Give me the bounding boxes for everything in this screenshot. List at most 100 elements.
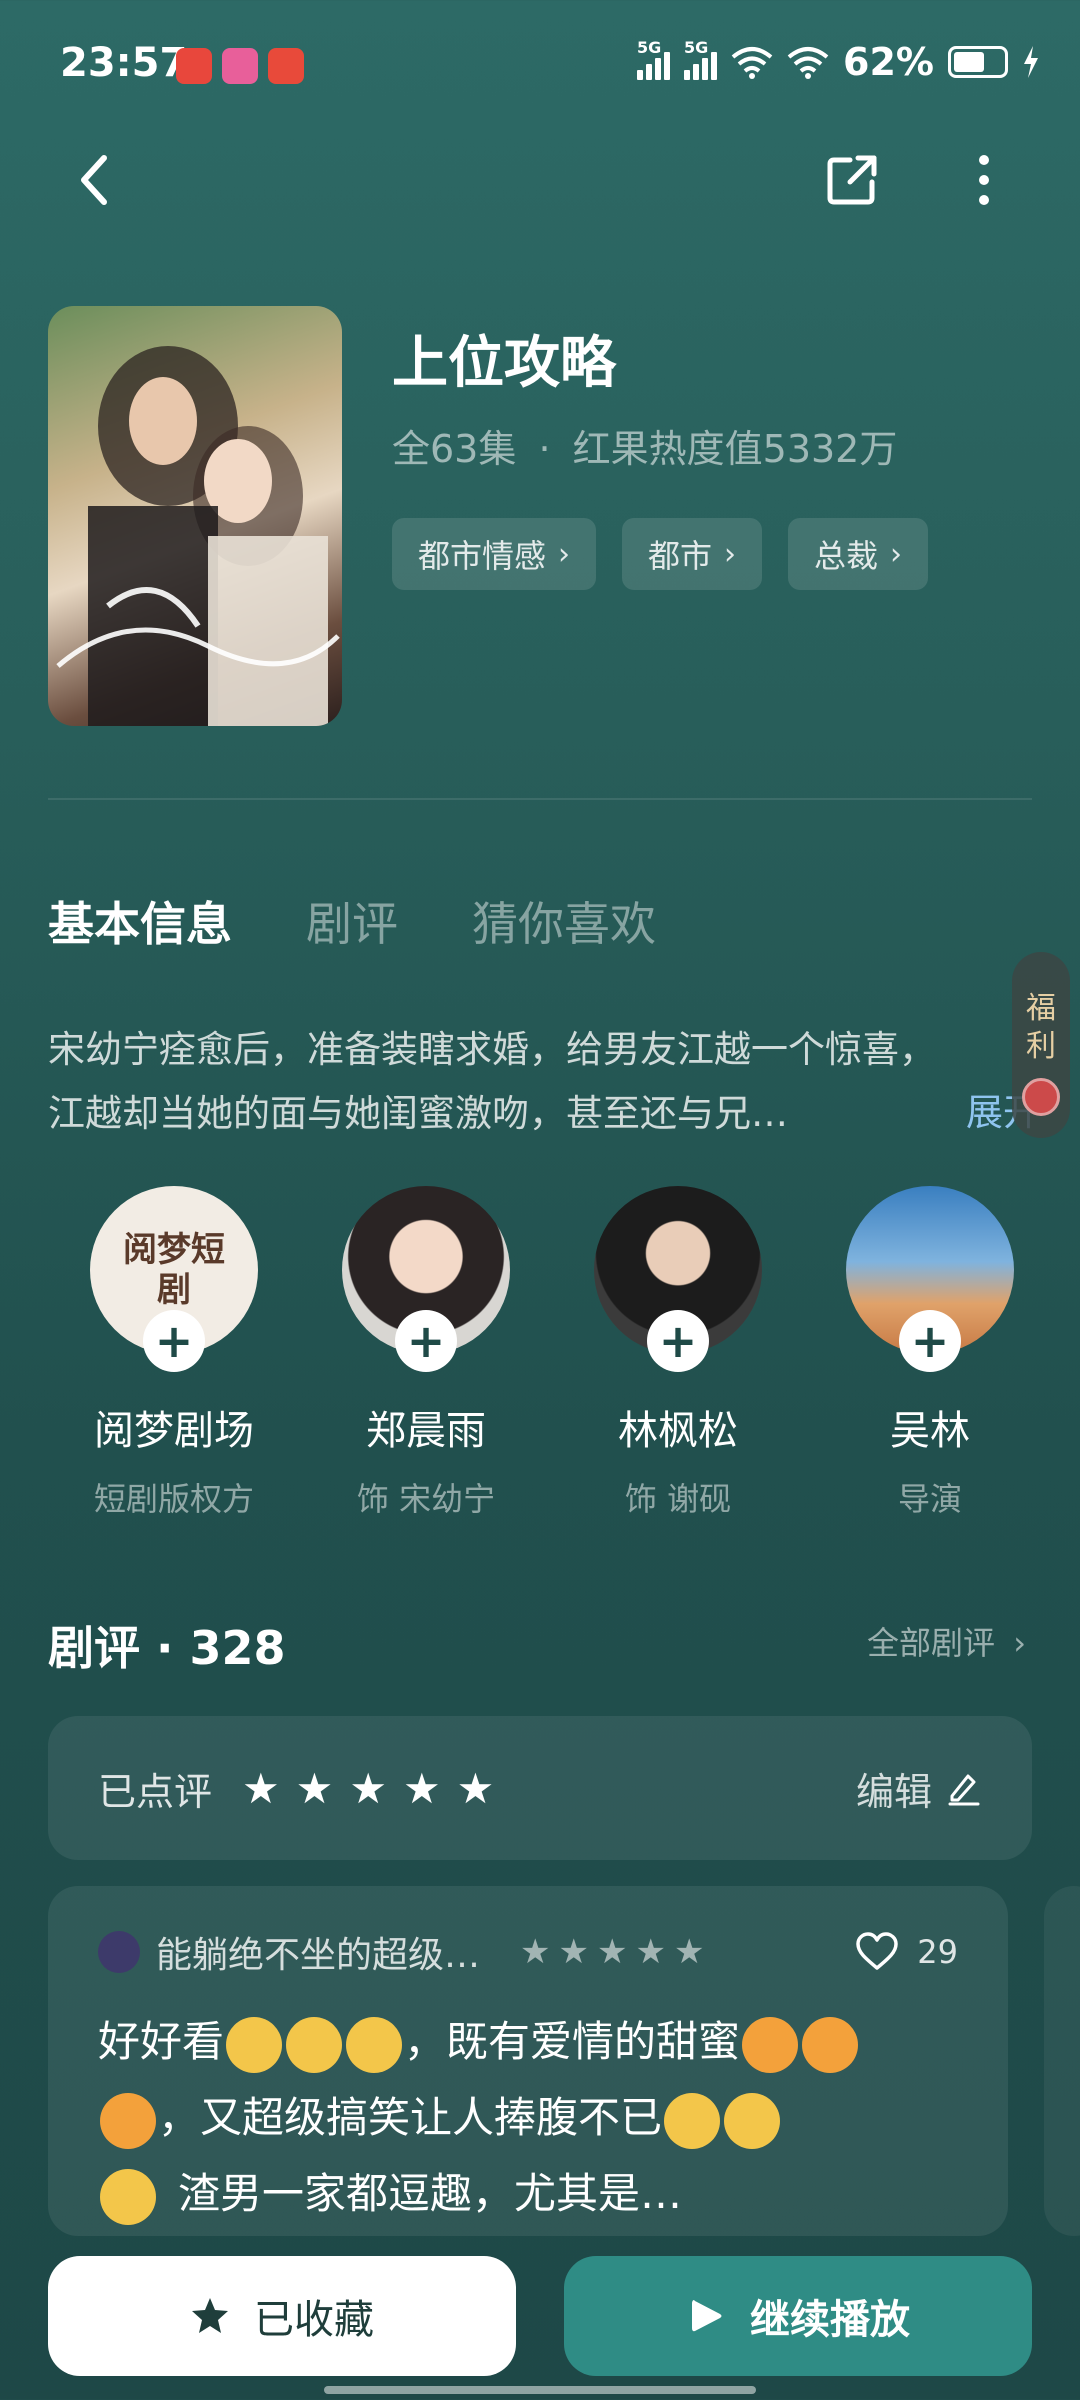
more-button[interactable] (944, 140, 1024, 220)
edit-label: 编辑 (855, 1769, 932, 1814)
follow-button[interactable]: + (143, 1310, 205, 1372)
star-icon (192, 2298, 228, 2333)
battery-icon (948, 46, 1008, 78)
welfare-label-1: 福 (1026, 991, 1056, 1026)
network-label-2: 5G (684, 38, 709, 57)
tag-button[interactable]: 都市 › (622, 518, 763, 590)
drama-poster[interactable] (48, 306, 342, 726)
cast-list: 阅梦短剧 + 阅梦剧场 短剧版权方 + 郑晨雨 饰 宋幼宁 + 林枫松 饰 谢砚… (48, 1186, 1080, 1520)
review-card[interactable]: 能躺绝不坐的超级… ★ ★ ★ ★ ★ 29 好好看 ，既有爱情的甜蜜 ，又超级搞笑让人捧… (48, 1886, 1008, 2236)
home-indicator[interactable] (324, 2386, 756, 2394)
review-text-part: 好好看 (98, 2017, 225, 2066)
app-notification-icon-2 (222, 48, 258, 84)
wifi-icon-2 (787, 47, 829, 79)
tab-reviews[interactable]: 剧评 (306, 888, 398, 954)
my-star-rating[interactable]: ★ ★ ★ ★ ★ (242, 1764, 494, 1813)
emoji-icon (226, 2016, 283, 2073)
continue-play-button[interactable]: 继续播放 (564, 2256, 1032, 2376)
avatar: + (594, 1186, 762, 1372)
divider (48, 798, 1032, 800)
tag-button[interactable]: 总裁 › (788, 518, 929, 590)
pencil-icon (948, 1774, 980, 1806)
review-text-part: ，既有爱情的甜蜜 (404, 2017, 741, 2066)
all-reviews-link[interactable]: 全部剧评 › (867, 1618, 1026, 1664)
chevron-left-icon (81, 155, 107, 205)
charging-icon (1024, 46, 1038, 78)
cast-item[interactable]: + 郑晨雨 饰 宋幼宁 (300, 1186, 552, 1520)
signal-5g-icon-1: 5G (637, 38, 671, 80)
tag-label: 都市情感 (418, 537, 547, 575)
tab-recommendations[interactable]: 猜你喜欢 (472, 888, 656, 954)
follow-button[interactable]: + (899, 1310, 961, 1372)
emoji-icon (346, 2016, 403, 2073)
drama-meta: 全63集 · 红果热度值5332万 (392, 418, 897, 473)
heat-value: 红果热度值5332万 (572, 427, 898, 471)
play-icon (692, 2300, 722, 2332)
app-notification-icon-3 (268, 48, 304, 84)
star-icon[interactable]: ★ (457, 1764, 495, 1813)
star-icon[interactable]: ★ (296, 1764, 334, 1813)
like-count: 29 (917, 1933, 958, 1971)
avatar: 阅梦短剧 + (90, 1186, 258, 1372)
synopsis-line: 江越却当她的面与她闺蜜激吻，甚至还与兄… (48, 1092, 788, 1135)
like-button[interactable]: 29 (855, 1932, 958, 1972)
avatar: + (342, 1186, 510, 1372)
back-button[interactable] (54, 140, 134, 220)
star-icon: ★ (673, 1932, 705, 1972)
my-rating-bar: 已点评 ★ ★ ★ ★ ★ 编辑 (48, 1716, 1032, 1860)
heart-eyes-emoji-icon (742, 2016, 799, 2073)
review-star-rating: ★ ★ ★ ★ ★ (520, 1932, 704, 1972)
cast-role: 导演 (897, 1480, 962, 1518)
follow-button[interactable]: + (647, 1310, 709, 1372)
heart-icon (856, 1932, 899, 1970)
meta-separator: · (538, 427, 551, 471)
chevron-right-icon: › (890, 536, 903, 572)
red-envelope-icon (1022, 1078, 1060, 1116)
favorite-label: 已收藏 (254, 2297, 374, 2343)
edit-review-button[interactable]: 编辑 (856, 1761, 982, 1816)
heart-eyes-emoji-icon (802, 2016, 859, 2073)
tab-basic-info[interactable]: 基本信息 (48, 888, 232, 954)
star-icon: ★ (558, 1932, 589, 1972)
status-time: 23:57 (60, 40, 188, 86)
app-notification-icon-1 (176, 48, 212, 84)
tab-bar: 基本信息 剧评 猜你喜欢 (48, 888, 656, 954)
signal-5g-icon-2: 5G (684, 38, 718, 80)
status-indicators: 5G 5G 62% (637, 38, 1040, 84)
cast-name: 吴林 (890, 1408, 970, 1454)
more-vertical-icon (979, 155, 989, 205)
star-icon[interactable]: ★ (349, 1764, 387, 1813)
cast-name: 林枫松 (618, 1408, 738, 1454)
star-icon: ★ (596, 1932, 628, 1972)
emoji-icon (286, 2016, 343, 2073)
chevron-right-icon: › (724, 536, 737, 572)
follow-button[interactable]: + (395, 1310, 457, 1372)
favorite-button[interactable]: 已收藏 (48, 2256, 516, 2376)
star-icon: ★ (635, 1932, 666, 1972)
tag-label: 都市 (648, 537, 713, 575)
synopsis: 宋幼宁痊愈后，准备装瞎求婚，给男友江越一个惊喜， 江越却当她的面与她闺蜜激吻，甚… (48, 1018, 1032, 1146)
next-review-card-peek[interactable] (1044, 1886, 1080, 2236)
genre-tags: 都市情感 › 都市 › 总裁 › (392, 518, 929, 590)
episode-count: 全63集 (392, 427, 517, 471)
tag-button[interactable]: 都市情感 › (392, 518, 597, 590)
rated-label: 已点评 (98, 1769, 213, 1814)
review-text: 好好看 ，既有爱情的甜蜜 ，又超级搞笑让人捧腹不已 渣男一家都逗趣，尤其是… (98, 2004, 958, 2232)
cast-item[interactable]: + 林枫松 饰 谢砚 (552, 1186, 804, 1520)
avatar: + (846, 1186, 1014, 1372)
emoji-icon (664, 2092, 721, 2149)
share-button[interactable] (812, 140, 892, 220)
star-icon[interactable]: ★ (242, 1764, 280, 1813)
network-label-1: 5G (637, 38, 662, 57)
welfare-label-2: 利 (1026, 1029, 1056, 1064)
cast-item[interactable]: + 吴林 导演 (804, 1186, 1056, 1520)
cast-item[interactable]: 阅梦短剧 + 阅梦剧场 短剧版权方 (48, 1186, 300, 1520)
cast-name: 阅梦剧场 (94, 1408, 254, 1454)
cast-role: 饰 宋幼宁 (356, 1480, 496, 1518)
poster-image (56, 346, 340, 726)
review-header: 能躺绝不坐的超级… ★ ★ ★ ★ ★ 29 (98, 1926, 958, 1978)
cast-name: 郑晨雨 (366, 1408, 486, 1454)
star-icon[interactable]: ★ (403, 1764, 441, 1813)
welfare-float-button[interactable]: 福 利 (1012, 952, 1070, 1138)
star-icon: ★ (520, 1932, 551, 1972)
